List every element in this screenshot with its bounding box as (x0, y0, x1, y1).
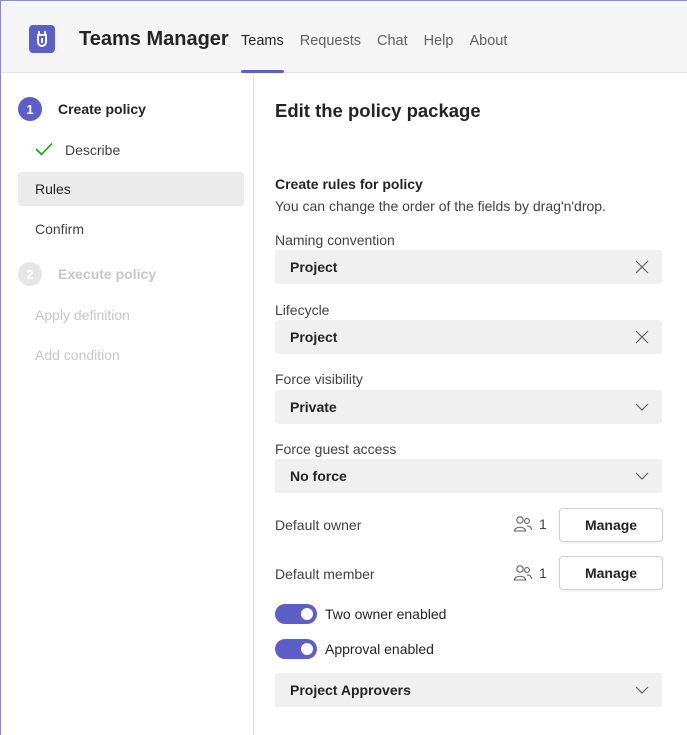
lifecycle-field[interactable]: Project (275, 320, 662, 354)
two-owner-toggle[interactable] (275, 604, 317, 624)
sidebar-item-label: Apply definition (35, 307, 130, 323)
tab-help[interactable]: Help (424, 1, 454, 73)
close-icon[interactable] (634, 259, 650, 275)
step-number-badge: 2 (18, 262, 42, 286)
step-label: Execute policy (58, 266, 157, 282)
tab-chat[interactable]: Chat (377, 1, 408, 73)
force-visibility-label: Force visibility (275, 371, 363, 387)
force-guest-access-dropdown[interactable]: No force (275, 459, 662, 493)
field-value: Private (290, 399, 337, 415)
sidebar-item-label: Rules (35, 181, 71, 197)
sidebar-item-label: Add condition (35, 347, 120, 363)
sidebar-item-rules[interactable]: Rules (18, 172, 244, 206)
manage-member-button[interactable]: Manage (559, 556, 663, 590)
sidebar-item-apply-definition: Apply definition (18, 298, 244, 332)
main-nav: Teams Requests Chat Help About (241, 1, 523, 73)
field-value: No force (290, 468, 347, 484)
chevron-down-icon (634, 399, 650, 415)
app-title: Teams Manager (79, 28, 229, 50)
member-count: 1 (513, 564, 547, 582)
step-number-badge: 1 (18, 97, 42, 121)
app-window: Teams Manager Teams Requests Chat Help A… (0, 0, 687, 735)
checkmark-icon (35, 142, 55, 159)
approval-toggle-row: Approval enabled (275, 639, 434, 659)
owner-count: 1 (513, 515, 547, 533)
sidebar-item-confirm[interactable]: Confirm (18, 212, 244, 246)
naming-convention-field[interactable]: Project (275, 250, 662, 284)
force-guest-access-label: Force guest access (275, 441, 397, 457)
field-value: Project (290, 329, 338, 345)
lifecycle-label: Lifecycle (275, 302, 330, 318)
tab-about[interactable]: About (469, 1, 507, 73)
chevron-down-icon (634, 682, 650, 698)
tab-requests[interactable]: Requests (300, 1, 361, 73)
chevron-down-icon (634, 468, 650, 484)
section-title: Create rules for policy (275, 176, 423, 192)
field-value: Project (290, 259, 338, 275)
sidebar-item-describe[interactable]: Describe (18, 133, 244, 167)
app-header: Teams Manager Teams Requests Chat Help A… (1, 1, 687, 73)
people-icon (513, 565, 533, 581)
two-owner-toggle-row: Two owner enabled (275, 604, 446, 624)
default-member-label: Default member (275, 566, 375, 582)
wizard-sidebar: 1 Create policy Describe Rules Confirm 2… (1, 74, 254, 735)
naming-convention-label: Naming convention (275, 232, 395, 248)
field-value: Project Approvers (290, 682, 411, 698)
sidebar-item-label: Describe (65, 142, 121, 158)
page-title: Edit the policy package (275, 100, 481, 121)
toggle-label: Two owner enabled (325, 606, 447, 622)
toggle-label: Approval enabled (325, 641, 434, 657)
sidebar-item-label: Confirm (35, 221, 85, 237)
close-icon[interactable] (634, 329, 650, 345)
owner-count-value: 1 (539, 516, 547, 532)
approval-toggle[interactable] (275, 639, 317, 659)
approvers-dropdown[interactable]: Project Approvers (275, 673, 662, 707)
step-execute-policy: 2 Execute policy (18, 262, 156, 286)
manage-owner-button[interactable]: Manage (559, 508, 663, 542)
app-logo-icon (29, 25, 55, 53)
member-count-value: 1 (539, 565, 547, 581)
people-icon (513, 516, 533, 532)
sidebar-item-add-condition: Add condition (18, 338, 244, 372)
step-label: Create policy (58, 101, 146, 117)
step-create-policy: 1 Create policy (18, 97, 146, 121)
section-subtitle: You can change the order of the fields b… (275, 198, 606, 214)
tab-teams[interactable]: Teams (241, 1, 284, 73)
default-owner-label: Default owner (275, 517, 362, 533)
force-visibility-dropdown[interactable]: Private (275, 390, 662, 424)
